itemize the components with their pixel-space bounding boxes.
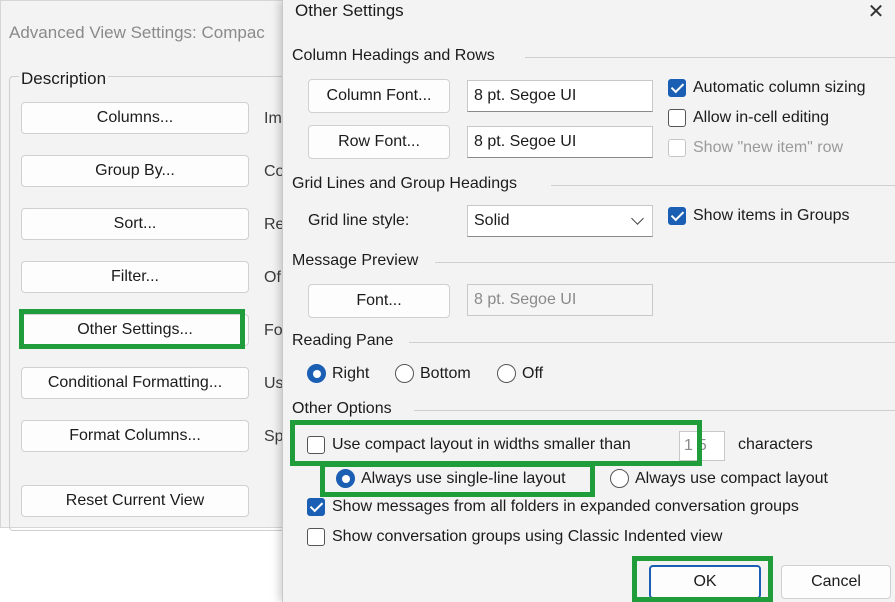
format-columns-description: Sp (264, 428, 284, 445)
other-settings-description: Fo (264, 322, 283, 339)
reading-pane-right-label: Right (332, 364, 370, 382)
grid-lines-heading: Grid Lines and Group Headings (292, 175, 518, 192)
ok-button[interactable]: OK (649, 565, 761, 599)
in-cell-editing-checkbox[interactable]: Allow in-cell editing (668, 109, 829, 127)
radio-unselected-icon (497, 364, 516, 383)
other-settings-dialog: Other Settings ✕ Column Headings and Row… (282, 0, 895, 602)
checkbox-unchecked-icon (307, 528, 325, 546)
checkbox-checked-icon (307, 498, 325, 516)
column-headings-heading: Column Headings and Rows (292, 47, 495, 64)
group-by-button[interactable]: Group By... (21, 155, 249, 187)
classic-indented-checkbox[interactable]: Show conversation groups using Classic I… (307, 528, 722, 546)
reading-pane-off-radio[interactable]: Off (497, 364, 543, 383)
grid-line-style-value: Solid (474, 212, 510, 229)
checkbox-unchecked-icon (668, 109, 686, 127)
advanced-view-settings-window: Advanced View Settings: Compac Descripti… (0, 0, 309, 531)
always-compact-layout-radio[interactable]: Always use compact layout (610, 469, 828, 488)
row-font-field[interactable]: 8 pt. Segoe UI (467, 126, 653, 158)
single-line-layout-label: Always use single-line layout (361, 469, 566, 487)
classic-indented-label: Show conversation groups using Classic I… (332, 528, 723, 545)
radio-unselected-icon (610, 469, 629, 488)
reading-pane-right-radio[interactable]: Right (307, 364, 369, 383)
column-font-button[interactable]: Column Font... (308, 79, 450, 113)
preview-font-field: 8 pt. Segoe UI (467, 284, 653, 316)
checkbox-disabled-icon (668, 139, 686, 157)
show-all-folders-checkbox[interactable]: Show messages from all folders in expand… (307, 498, 799, 516)
radio-selected-icon (307, 364, 326, 383)
reading-pane-heading: Reading Pane (292, 332, 394, 349)
filter-button[interactable]: Filter... (21, 261, 249, 293)
other-settings-button[interactable]: Other Settings... (21, 314, 249, 346)
description-label: Description (19, 69, 109, 89)
radio-selected-icon (336, 469, 355, 488)
section-divider (525, 57, 895, 58)
cancel-button[interactable]: Cancel (781, 565, 891, 599)
section-divider (409, 342, 895, 343)
compact-layout-label: Use compact layout in widths smaller tha… (332, 436, 631, 453)
reading-pane-bottom-label: Bottom (420, 364, 471, 382)
reading-pane-off-label: Off (522, 364, 544, 382)
auto-column-sizing-label: Automatic column sizing (693, 79, 866, 96)
checkbox-checked-icon (668, 79, 686, 97)
section-divider (435, 262, 895, 263)
dialog-title: Other Settings (295, 1, 404, 20)
section-divider (414, 410, 895, 411)
always-compact-layout-label: Always use compact layout (635, 469, 828, 487)
close-icon[interactable]: ✕ (863, 0, 889, 24)
section-divider (551, 185, 895, 186)
single-line-layout-radio[interactable]: Always use single-line layout (336, 469, 566, 488)
grid-line-style-select[interactable]: Solid (467, 205, 653, 237)
preview-font-button[interactable]: Font... (308, 284, 450, 318)
filter-description: Of (264, 269, 281, 286)
columns-button[interactable]: Columns... (21, 102, 249, 134)
back-window-title: Advanced View Settings: Compac (9, 23, 265, 42)
new-item-row-label: Show "new item" row (693, 139, 844, 156)
other-options-heading: Other Options (292, 400, 392, 417)
column-font-field[interactable]: 8 pt. Segoe UI (467, 80, 653, 112)
checkbox-checked-icon (668, 207, 686, 225)
show-items-in-groups-label: Show items in Groups (693, 207, 850, 224)
grid-line-style-label: Grid line style: (308, 212, 410, 229)
auto-column-sizing-checkbox[interactable]: Automatic column sizing (668, 79, 866, 97)
chevron-down-icon (631, 212, 644, 225)
conditional-formatting-button[interactable]: Conditional Formatting... (21, 367, 249, 399)
show-all-folders-label: Show messages from all folders in expand… (332, 498, 799, 515)
radio-unselected-icon (395, 364, 414, 383)
columns-description: Im (264, 110, 282, 127)
compact-layout-checkbox[interactable]: Use compact layout in widths smaller tha… (307, 436, 631, 454)
reset-current-view-button[interactable]: Reset Current View (21, 485, 249, 517)
reading-pane-bottom-radio[interactable]: Bottom (395, 364, 471, 383)
in-cell-editing-label: Allow in-cell editing (693, 109, 830, 126)
message-preview-heading: Message Preview (292, 252, 419, 269)
checkbox-unchecked-icon (307, 436, 325, 454)
show-items-in-groups-checkbox[interactable]: Show items in Groups (668, 207, 850, 225)
description-group (9, 76, 309, 531)
compact-width-field[interactable]: 15 (679, 431, 725, 461)
conditional-formatting-description: Us (264, 375, 284, 392)
row-font-button[interactable]: Row Font... (308, 125, 450, 159)
new-item-row-checkbox[interactable]: Show "new item" row (668, 139, 843, 157)
sort-button[interactable]: Sort... (21, 208, 249, 240)
format-columns-button[interactable]: Format Columns... (21, 420, 249, 452)
characters-label: characters (738, 436, 813, 453)
